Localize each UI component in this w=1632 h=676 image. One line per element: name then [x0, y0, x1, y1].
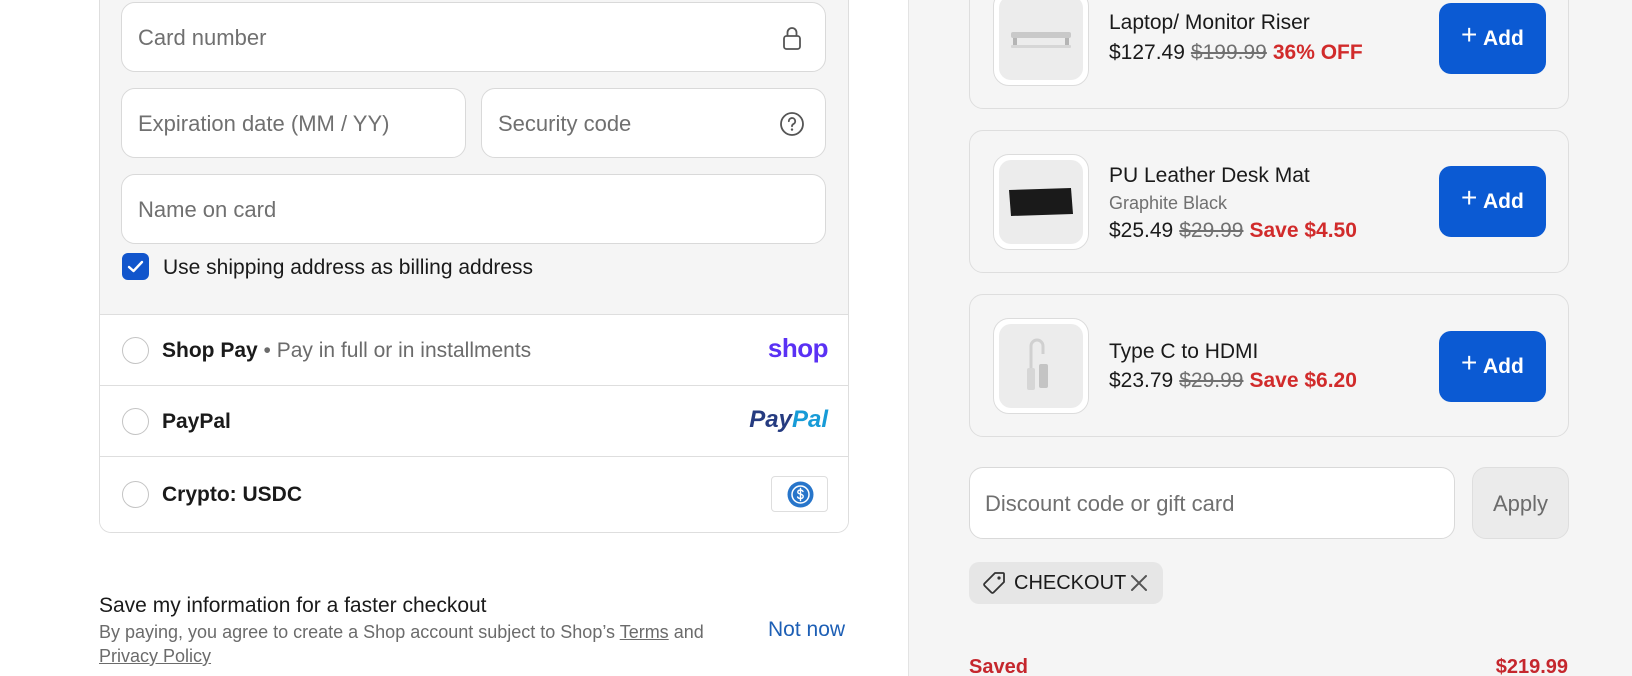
product-price: $25.49 — [1109, 219, 1174, 242]
add-product-button[interactable]: + Add — [1439, 3, 1546, 74]
product-thumbnail — [993, 0, 1089, 86]
product-price: $23.79 — [1109, 369, 1174, 392]
save-info-text: By paying, you agree to create a Shop ac… — [99, 622, 620, 642]
product-discount: Save $6.20 — [1249, 369, 1357, 392]
order-summary-section: Laptop/ Monitor Riser $127.49 $199.99 36% … — [908, 0, 1632, 676]
save-info-terms-text: By paying, you agree to create a Shop ac… — [99, 620, 719, 668]
checkmark-icon — [127, 260, 144, 273]
plus-icon: + — [1461, 347, 1478, 378]
shop-pay-logo: shop — [767, 333, 829, 363]
product-compare-price: $199.99 — [1190, 41, 1267, 64]
product-compare-price: $29.99 — [1179, 219, 1244, 242]
payment-methods-box: Card number Expiration date (MM / YY) Se… — [99, 0, 849, 533]
card-number-field[interactable]: Card number — [121, 2, 826, 72]
not-now-link[interactable]: Not now — [768, 618, 845, 642]
upsell-product-card: Type C to HDMI $23.79 $29.99 Save $6.20 + A… — [969, 294, 1569, 437]
paypal-name: PayPal — [162, 410, 231, 433]
terms-link[interactable]: Terms — [620, 622, 669, 642]
product-price: $127.49 — [1109, 41, 1185, 64]
product-thumbnail — [993, 318, 1089, 414]
lock-icon — [779, 25, 805, 51]
product-discount: 36% OFF — [1272, 41, 1363, 64]
product-name: PU Leather Desk Mat — [1109, 164, 1310, 187]
apply-discount-button[interactable]: Apply — [1472, 467, 1569, 539]
save-info-and: and — [668, 622, 704, 642]
payment-option-paypal[interactable]: PayPal PayPal — [100, 386, 848, 457]
discount-placeholder: Discount code or gift card — [985, 491, 1235, 516]
security-code-placeholder: Security code — [498, 111, 632, 136]
saved-value: $219.99 — [1495, 656, 1568, 676]
card-number-placeholder: Card number — [138, 25, 267, 50]
paypal-logo-part-2: Pal — [791, 406, 828, 433]
laptop-riser-image — [1011, 32, 1071, 48]
payment-section: Card number Expiration date (MM / YY) Se… — [0, 0, 908, 676]
product-prices: $127.49 $199.99 36% OFF — [1109, 41, 1363, 65]
usdc-logo-box — [771, 476, 828, 512]
shop-pay-radio[interactable] — [122, 337, 149, 364]
product-prices: $25.49 $29.99 Save $4.50 — [1109, 219, 1357, 243]
help-icon[interactable] — [779, 111, 805, 137]
shop-pay-name: Shop Pay — [162, 339, 258, 362]
save-info-title: Save my information for a faster checkou… — [99, 594, 487, 617]
crypto-radio[interactable] — [122, 481, 149, 508]
paypal-label: PayPal — [162, 386, 231, 457]
billing-checkbox[interactable] — [122, 253, 149, 280]
usdc-icon — [787, 481, 814, 508]
crypto-name: Crypto: USDC — [162, 483, 302, 506]
expiration-placeholder: Expiration date (MM / YY) — [138, 111, 390, 136]
shop-pay-detail: • Pay in full or in installments — [257, 339, 532, 362]
saved-label: Saved — [969, 656, 1028, 676]
upsell-product-card: PU Leather Desk Mat Graphite Black $25.4… — [969, 130, 1569, 273]
tag-icon — [982, 571, 1006, 600]
product-variant: Graphite Black — [1109, 193, 1228, 213]
applied-discount-code: CHECKOUT — [1014, 572, 1127, 594]
payment-option-shop-pay[interactable]: Shop Pay • Pay in full or in installment… — [100, 315, 848, 386]
billing-checkbox-label: Use shipping address as billing address — [163, 256, 534, 279]
privacy-policy-link[interactable]: Privacy Policy — [99, 646, 211, 666]
name-on-card-placeholder: Name on card — [138, 197, 277, 222]
payment-option-crypto-usdc[interactable]: Crypto: USDC — [100, 457, 848, 532]
expiration-date-field[interactable]: Expiration date (MM / YY) — [121, 88, 466, 158]
remove-discount-icon[interactable] — [1129, 573, 1149, 598]
applied-discount-tag: CHECKOUT — [969, 562, 1163, 604]
desk-mat-image — [1009, 188, 1073, 216]
shop-pay-label: Shop Pay • Pay in full or in installment… — [162, 315, 531, 386]
add-button-label: Add — [1483, 355, 1524, 378]
discount-code-input[interactable]: Discount code or gift card — [969, 467, 1455, 539]
hdmi-adapter-image — [1027, 338, 1048, 390]
paypal-radio[interactable] — [122, 408, 149, 435]
product-prices: $23.79 $29.99 Save $6.20 — [1109, 369, 1357, 393]
add-product-button[interactable]: + Add — [1439, 166, 1546, 237]
add-product-button[interactable]: + Add — [1439, 331, 1546, 402]
product-name: Type C to HDMI — [1109, 340, 1259, 363]
name-on-card-field[interactable]: Name on card — [121, 174, 826, 244]
product-compare-price: $29.99 — [1179, 369, 1244, 392]
plus-icon: + — [1461, 182, 1478, 213]
plus-icon: + — [1461, 19, 1478, 50]
product-name: Laptop/ Monitor Riser — [1109, 11, 1310, 34]
add-button-label: Add — [1483, 27, 1524, 50]
crypto-label: Crypto: USDC — [162, 457, 302, 532]
paypal-logo: PayPal — [749, 406, 828, 434]
add-button-label: Add — [1483, 190, 1524, 213]
upsell-product-card: Laptop/ Monitor Riser $127.49 $199.99 36% … — [969, 0, 1569, 109]
credit-card-form: Card number Expiration date (MM / YY) Se… — [100, 0, 848, 315]
product-discount: Save $4.50 — [1249, 219, 1357, 242]
product-thumbnail — [993, 154, 1089, 250]
paypal-logo-part-1: Pay — [749, 406, 792, 433]
security-code-field[interactable]: Security code — [481, 88, 826, 158]
